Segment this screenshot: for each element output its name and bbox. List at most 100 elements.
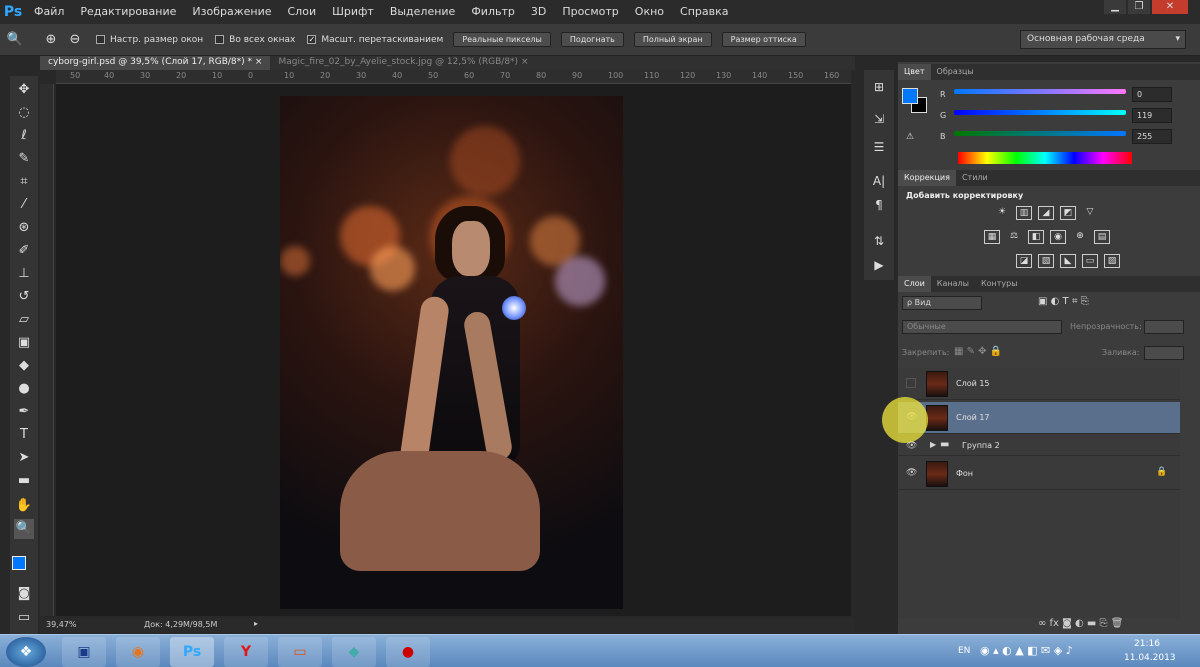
layer-row-sloi-17[interactable]: 👁 Слой 17 — [898, 402, 1180, 434]
play-panel-icon[interactable]: ▶ — [868, 254, 890, 276]
type-tool-icon[interactable]: T — [14, 425, 34, 445]
warning-icon[interactable]: ⚠ — [906, 132, 914, 142]
gradient-map-icon[interactable]: ▭ — [1082, 254, 1098, 268]
foreground-color-swatch[interactable] — [12, 556, 26, 570]
history-panel-icon[interactable]: ⊞ — [868, 76, 890, 98]
fit-screen-button[interactable]: Подогнать — [560, 32, 624, 47]
clock-date[interactable]: 11.04.2013 — [1124, 653, 1176, 663]
tab-magic-fire[interactable]: Magic_fire_02_by_Ayelie_stock.jpg @ 12,5… — [270, 56, 536, 70]
zoom-tool-icon[interactable]: 🔍 — [14, 519, 34, 539]
layer-row-sloi-15[interactable]: Слой 15 — [898, 368, 1180, 400]
levels-icon[interactable]: ▥ — [1016, 206, 1032, 220]
clock-time[interactable]: 21:16 — [1134, 639, 1160, 649]
workspace-select[interactable]: Основная рабочая среда ▾ — [1020, 30, 1186, 49]
menu-select[interactable]: Выделение — [382, 0, 464, 24]
lasso-tool-icon[interactable]: ℓ — [14, 126, 34, 146]
document-image[interactable] — [280, 96, 623, 609]
invert-icon[interactable]: ◪ — [1016, 254, 1032, 268]
close-window-button[interactable]: ✕ — [1152, 0, 1188, 14]
blue-value[interactable]: 255 — [1132, 129, 1172, 144]
posterize-icon[interactable]: ▧ — [1038, 254, 1054, 268]
actions-panel-icon[interactable]: ⇲ — [868, 108, 890, 130]
gradient-tool-icon[interactable]: ▣ — [14, 333, 34, 353]
pen-tool-icon[interactable]: ✒ — [14, 402, 34, 422]
foreground-color[interactable] — [902, 88, 918, 104]
opacity-input[interactable] — [1144, 320, 1184, 334]
expand-arrow-icon[interactable]: ▶ — [930, 440, 936, 449]
marquee-tool-icon[interactable]: ◌ — [14, 103, 34, 123]
vibrance-icon[interactable]: ▽ — [1082, 206, 1098, 220]
shape-tool-icon[interactable]: ▬ — [14, 471, 34, 491]
firefox-icon[interactable]: ◉ — [116, 637, 160, 667]
tab-paths[interactable]: Контуры — [975, 276, 1024, 292]
menu-filter[interactable]: Фильтр — [463, 0, 523, 24]
layer-row-gruppa-2[interactable]: 👁 ▶ ▬ Группа 2 — [898, 436, 1180, 456]
zoom-level[interactable]: 39,47% — [46, 620, 77, 629]
quick-mask-icon[interactable]: ◙ — [14, 584, 34, 604]
start-button[interactable]: ❖ — [6, 637, 46, 667]
yandex-icon[interactable]: Y — [224, 637, 268, 667]
tab-swatches[interactable]: Образцы — [931, 64, 980, 80]
character-panel-icon[interactable]: A| — [868, 170, 890, 192]
eye-icon[interactable]: 👁 — [906, 468, 917, 478]
tab-close-icon[interactable]: × — [255, 57, 263, 67]
status-arrow-icon[interactable]: ▸ — [254, 619, 258, 628]
photoshop-taskbar-icon[interactable]: Ps — [170, 637, 214, 667]
menu-file[interactable]: Файл — [26, 0, 72, 24]
red-value[interactable]: 0 — [1132, 87, 1172, 102]
scrubby-zoom-checkbox[interactable]: ✓ — [307, 34, 317, 44]
scrubby-zoom-option[interactable]: ✓ Масшт. перетаскиванием — [307, 34, 443, 45]
green-value[interactable]: 119 — [1132, 108, 1172, 123]
menu-view[interactable]: Просмотр — [554, 0, 626, 24]
fit-windows-checkbox[interactable] — [96, 34, 105, 44]
menu-help[interactable]: Справка — [672, 0, 736, 24]
powerpoint-icon[interactable]: ▭ — [278, 637, 322, 667]
stamp-tool-icon[interactable]: ⊥ — [14, 264, 34, 284]
tab-layers[interactable]: Слои — [898, 276, 931, 292]
restore-button[interactable]: ❐ — [1128, 0, 1150, 14]
blur-tool-icon[interactable]: ◆ — [14, 356, 34, 376]
properties-panel-icon[interactable]: ☰ — [868, 136, 890, 158]
history-brush-tool-icon[interactable]: ↺ — [14, 287, 34, 307]
color-lookup-icon[interactable]: ▤ — [1094, 230, 1110, 244]
tab-cyborg-girl[interactable]: cyborg-girl.psd @ 39,5% (Слой 17, RGB/8*… — [40, 56, 271, 70]
path-select-tool-icon[interactable]: ➤ — [14, 448, 34, 468]
all-windows-checkbox[interactable] — [215, 34, 225, 44]
green-slider[interactable] — [954, 110, 1126, 115]
layer-row-fon[interactable]: 👁 Фон 🔒 — [898, 458, 1180, 490]
menu-type[interactable]: Шрифт — [324, 0, 382, 24]
move-tool-icon[interactable]: ✥ — [14, 80, 34, 100]
minimize-button[interactable]: ▁ — [1104, 0, 1126, 14]
black-white-icon[interactable]: ◧ — [1028, 230, 1044, 244]
filter-icons[interactable]: ▣ ◐ T ⌗ ⎘ — [1038, 296, 1089, 307]
healing-tool-icon[interactable]: ⊛ — [14, 218, 34, 238]
exposure-icon[interactable]: ◩ — [1060, 206, 1076, 220]
zoom-tool-icon[interactable]: 🔍 — [6, 31, 24, 49]
menu-layers[interactable]: Слои — [280, 0, 325, 24]
crop-tool-icon[interactable]: ⌗ — [14, 172, 34, 192]
visibility-toggle[interactable] — [906, 378, 916, 388]
fit-windows-option[interactable]: Настр. размер окон — [96, 34, 203, 45]
eraser-tool-icon[interactable]: ▱ — [14, 310, 34, 330]
tray-icons[interactable]: ◉ ▴ ◐ ▲ ◧ ✉ ◈ ♪ — [980, 644, 1073, 657]
zoom-out-icon[interactable]: ⊖ — [66, 31, 84, 49]
tab-adjustments[interactable]: Коррекция — [898, 170, 956, 186]
hue-saturation-icon[interactable]: ▦ — [984, 230, 1000, 244]
curves-icon[interactable]: ◢ — [1038, 206, 1054, 220]
layer-filter-select[interactable]: ρ Вид — [902, 296, 982, 310]
brightness-icon[interactable]: ☀ — [994, 206, 1010, 220]
selective-color-icon[interactable]: ▨ — [1104, 254, 1120, 268]
screen-mode-icon[interactable]: ▭ — [14, 608, 34, 628]
lock-icons[interactable]: ▦ ✎ ✥ 🔒 — [954, 346, 1002, 357]
brush-tool-icon[interactable]: ✐ — [14, 241, 34, 261]
threshold-icon[interactable]: ◣ — [1060, 254, 1076, 268]
blend-mode-select[interactable]: Обычные — [902, 320, 1062, 334]
red-slider[interactable] — [954, 89, 1126, 94]
tool-presets-icon[interactable]: ⇅ — [868, 230, 890, 252]
actual-pixels-button[interactable]: Реальные пикселы — [453, 32, 551, 47]
save-app-icon[interactable]: ▣ — [62, 637, 106, 667]
fill-screen-button[interactable]: Полный экран — [633, 32, 712, 47]
record-app-icon[interactable]: ● — [386, 637, 430, 667]
app-icon[interactable]: ◆ — [332, 637, 376, 667]
menu-edit[interactable]: Редактирование — [72, 0, 184, 24]
